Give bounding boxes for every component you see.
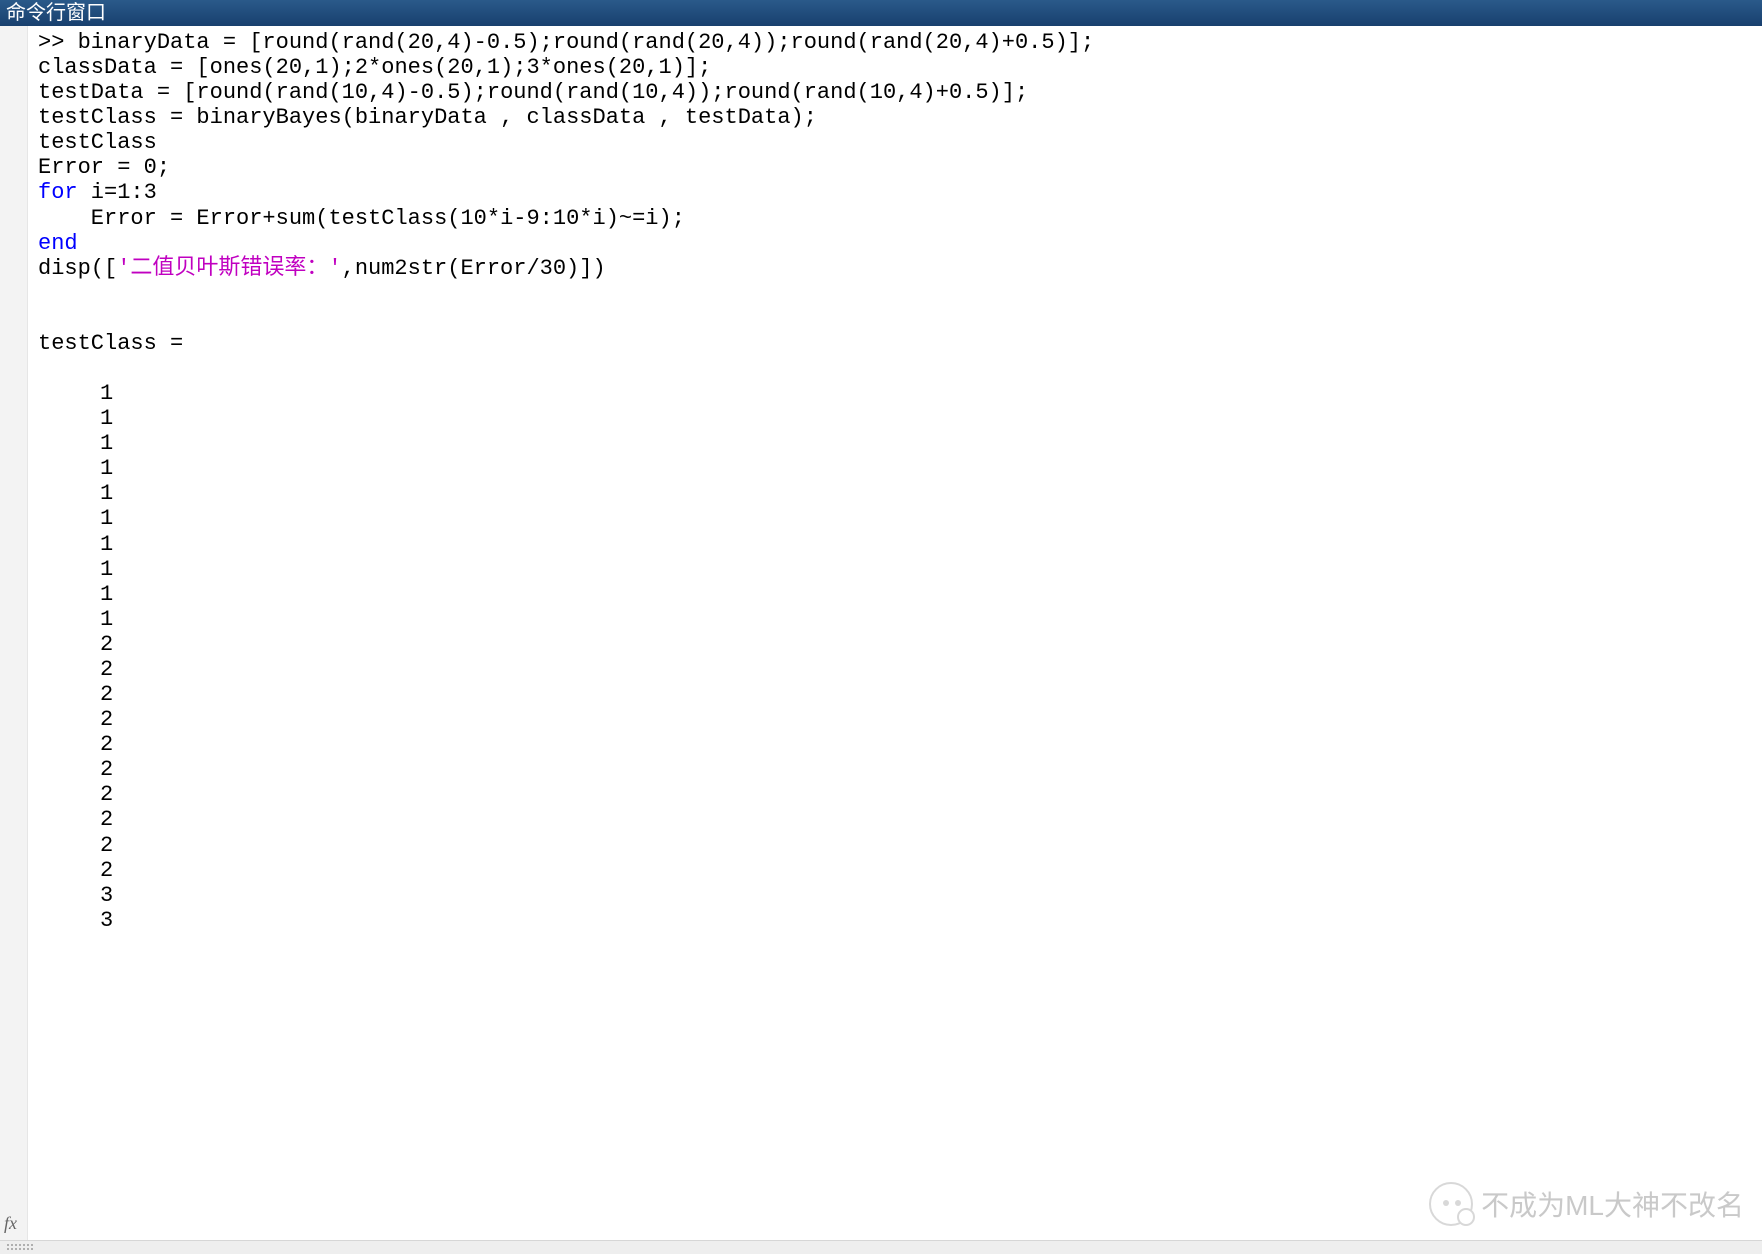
output-value: 2 — [38, 782, 113, 807]
code-line-10a: disp([ — [38, 256, 117, 281]
output-value: 1 — [38, 381, 113, 406]
code-line-2: classData = [ones(20,1);2*ones(20,1);3*o… — [38, 55, 711, 80]
output-value: 1 — [38, 481, 113, 506]
code-area[interactable]: >> binaryData = [round(rand(20,4)-0.5);r… — [28, 26, 1762, 1240]
code-line-4: testClass = binaryBayes(binaryData , cla… — [38, 105, 817, 130]
output-value: 3 — [38, 908, 113, 933]
window-title: 命令行窗口 — [0, 0, 1762, 26]
output-value: 1 — [38, 557, 113, 582]
code-line-5: testClass — [38, 130, 157, 155]
gutter: fx — [0, 26, 28, 1240]
output-value: 1 — [38, 431, 113, 456]
code-line-1: >> binaryData = [round(rand(20,4)-0.5);r… — [38, 30, 1094, 55]
command-window: 命令行窗口 fx >> binaryData = [round(rand(20,… — [0, 0, 1762, 1254]
content-row: fx >> binaryData = [round(rand(20,4)-0.5… — [0, 26, 1762, 1240]
code-line-3: testData = [round(rand(10,4)-0.5);round(… — [38, 80, 1028, 105]
keyword-end: end — [38, 231, 78, 256]
keyword-for: for — [38, 180, 78, 205]
output-value: 1 — [38, 582, 113, 607]
output-header: testClass = — [38, 331, 183, 356]
fx-icon[interactable]: fx — [4, 1213, 17, 1234]
output-value: 2 — [38, 807, 113, 832]
output-value: 2 — [38, 732, 113, 757]
output-value: 2 — [38, 757, 113, 782]
code-line-8: Error = Error+sum(testClass(10*i-9:10*i)… — [38, 206, 685, 231]
code-line-10b: ,num2str(Error/30)]) — [342, 256, 606, 281]
output-value: 2 — [38, 632, 113, 657]
output-value: 3 — [38, 883, 113, 908]
output-value: 2 — [38, 707, 113, 732]
output-value: 1 — [38, 456, 113, 481]
output-value: 1 — [38, 532, 113, 557]
code-line-6: Error = 0; — [38, 155, 170, 180]
output-value: 2 — [38, 833, 113, 858]
drag-handle-icon[interactable] — [6, 1243, 34, 1251]
output-value: 2 — [38, 657, 113, 682]
output-value: 1 — [38, 406, 113, 431]
output-value: 2 — [38, 858, 113, 883]
status-strip — [0, 1240, 1762, 1254]
code-line-7-rest: i=1:3 — [78, 180, 157, 205]
output-value: 1 — [38, 607, 113, 632]
output-value: 1 — [38, 506, 113, 531]
output-value: 2 — [38, 682, 113, 707]
string-literal: '二值贝叶斯错误率：' — [117, 256, 341, 281]
